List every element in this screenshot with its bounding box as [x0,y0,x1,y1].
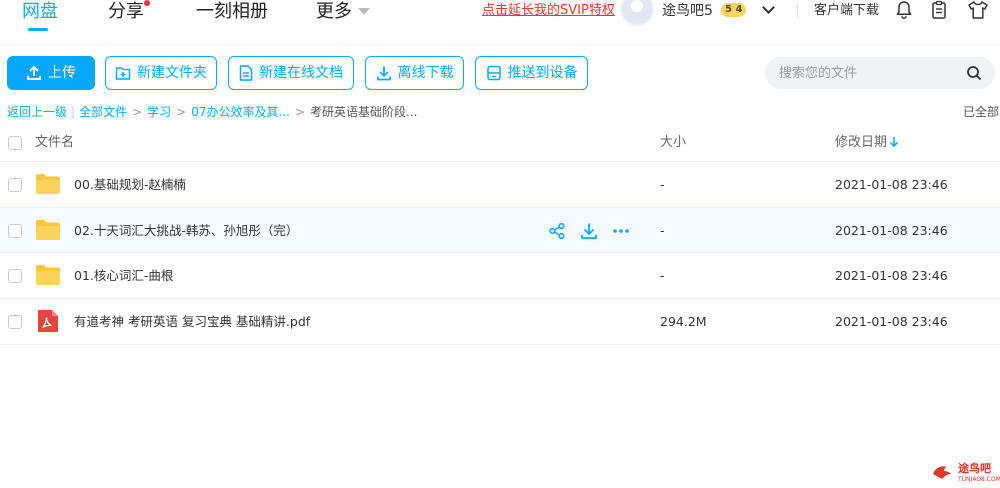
more-caret-icon[interactable] [358,8,370,15]
file-name[interactable]: 02.十天词汇大挑战-韩苏、孙旭彤（完） [74,223,298,239]
search-icon[interactable] [966,65,982,81]
upload-icon [27,65,41,80]
new-online-doc-button[interactable]: 新建在线文档 [228,56,354,90]
table-row[interactable]: 01.核心词汇-曲根 - 2021-01-08 23:46 [0,253,1000,299]
file-size: - [660,223,665,238]
breadcrumb-item-current: 考研英语基础阶段... [310,105,418,119]
nav-tab-moments-album[interactable]: 一刻相册 [196,0,268,24]
breadcrumb-separator: > [294,105,305,119]
column-header-date[interactable]: 修改日期 [835,135,887,151]
file-name[interactable]: 01.核心词汇-曲根 [74,268,173,284]
download-icon[interactable] [580,222,598,240]
push-to-device-label: 推送到设备 [507,65,578,81]
file-date: 2021-01-08 23:46 [835,268,948,283]
vip-level-badge: 5 4 [721,3,747,17]
file-date: 2021-01-08 23:46 [835,177,948,192]
upload-label: 上传 [48,65,76,81]
row-action-group [548,222,632,242]
username[interactable]: 途鸟吧5 [662,2,713,20]
file-name[interactable]: 有道考神 考研英语 复习宝典 基础精讲.pdf [74,314,310,330]
document-icon [239,65,253,81]
nav-tab-netdisk[interactable]: 网盘 [22,0,58,24]
new-online-doc-label: 新建在线文档 [259,65,343,81]
breadcrumb-separator: > [176,105,187,119]
breadcrumb-item-all-files[interactable]: 全部文件 [79,105,127,119]
file-date: 2021-01-08 23:46 [835,223,948,238]
new-folder-label: 新建文件夹 [137,65,207,81]
row-checkbox[interactable] [8,224,22,238]
table-row[interactable]: 00.基础规划-赵楠楠 - 2021-01-08 23:46 [0,162,1000,208]
breadcrumb-divider: | [71,105,76,119]
device-icon [486,65,501,81]
new-folder-icon [115,67,131,80]
file-name[interactable]: 00.基础规划-赵楠楠 [74,177,186,193]
divider [797,4,798,18]
search-box[interactable] [765,57,995,89]
folder-icon [36,265,60,285]
file-size: - [660,177,665,192]
file-date: 2021-01-08 23:46 [835,314,948,329]
upload-button[interactable]: 上传 [7,56,95,90]
download-icon [376,66,391,81]
watermark-text: 途鸟吧 [958,462,991,475]
select-all-checkbox[interactable] [8,136,22,150]
breadcrumb-item-office[interactable]: 07办公效率及其... [191,105,290,119]
watermark-logo: 途鸟吧 TUNIAO8.COM [930,460,1000,486]
nav-tab-more[interactable]: 更多 [316,0,352,24]
column-header-name[interactable]: 文件名 [35,135,74,151]
row-checkbox[interactable] [8,269,22,283]
row-checkbox[interactable] [8,178,22,192]
folder-icon [36,174,60,194]
new-folder-button[interactable]: 新建文件夹 [105,56,217,90]
clipboard-icon[interactable] [929,0,949,20]
file-size: - [660,268,665,283]
breadcrumb: 返回上一级 | 全部文件 > 学习 >07办公效率及其... > 考研英语基础阶段... [7,104,417,120]
avatar[interactable] [620,0,654,26]
bird-logo-icon [933,466,951,479]
client-download-link[interactable]: 客户端下载 [814,2,879,20]
watermark-subtext: TUNIAO8.COM [958,476,1000,483]
more-options-icon[interactable] [612,222,630,240]
nav-tab-share[interactable]: 分享 [108,0,144,24]
top-navigation-bar: 网盘 分享 一刻相册 更多 点击延长我的SVIP特权 途鸟吧5 5 4 客户端下… [0,0,1000,44]
folder-icon [36,220,60,240]
table-row[interactable]: 02.十天词汇大挑战-韩苏、孙旭彤（完） - 2021-01-08 23:46 [0,207,1000,253]
offline-download-label: 离线下载 [397,65,454,81]
file-size: 294.2M [660,314,707,329]
breadcrumb-item-study[interactable]: 学习 [147,105,171,119]
column-header-size[interactable]: 大小 [660,135,686,151]
row-checkbox[interactable] [8,315,22,329]
push-to-device-button[interactable]: 推送到设备 [475,56,588,90]
notification-dot [144,0,150,6]
active-tab-indicator [28,28,48,31]
bell-icon[interactable] [894,0,914,20]
breadcrumb-separator: > [132,105,143,119]
breadcrumb-back-link[interactable]: 返回上一级 [7,105,67,119]
shirt-icon[interactable] [967,0,988,20]
offline-download-button[interactable]: 离线下载 [365,56,464,90]
pdf-icon [38,310,58,332]
sort-descending-icon[interactable] [889,136,899,148]
share-icon[interactable] [548,222,566,240]
loaded-status: 已全部 [963,105,1000,119]
chevron-down-icon[interactable] [762,1,775,14]
svip-renew-link[interactable]: 点击延长我的SVIP特权 [482,2,615,20]
file-table-header: 文件名 大小 修改日期 [0,124,1000,162]
search-input[interactable] [779,57,959,89]
table-row[interactable]: 有道考神 考研英语 复习宝典 基础精讲.pdf 294.2M 2021-01-0… [0,299,1000,345]
